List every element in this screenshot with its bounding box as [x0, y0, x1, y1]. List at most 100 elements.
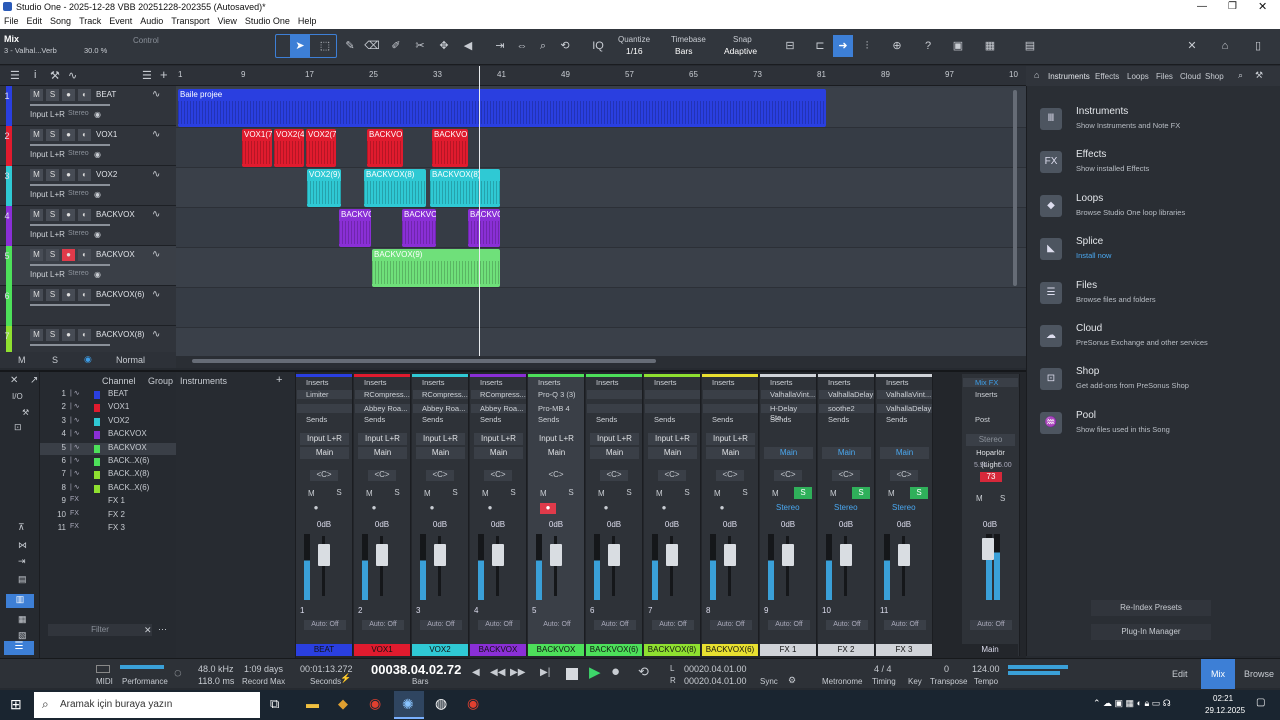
midi-icon[interactable]	[96, 665, 110, 673]
strip-sends-label[interactable]: Sends	[703, 415, 758, 424]
automation-icon[interactable]: ∿	[68, 69, 77, 82]
app-icon-2[interactable]: ◆	[338, 696, 348, 712]
track-solo-button[interactable]: S	[46, 89, 59, 101]
strip-pan[interactable]: <C>	[426, 470, 454, 481]
scroll-thumb[interactable]	[192, 359, 656, 363]
strip-sends-label[interactable]: Sends	[645, 415, 700, 424]
channel-list-row[interactable]: 5 | ∿ BACKVOX	[40, 442, 176, 455]
strip-input[interactable]: Input L+R	[706, 433, 755, 445]
strip-solo[interactable]: S	[388, 487, 406, 499]
track-volume-slider[interactable]	[30, 304, 110, 306]
clip-vox1[interactable]: VOX1(7)	[242, 129, 272, 167]
track-record-button[interactable]: ●	[62, 169, 75, 181]
strip-mute[interactable]: M	[714, 489, 721, 498]
loop-left[interactable]: 00020.04.01.00	[684, 664, 747, 674]
strip-automation[interactable]: Auto: Off	[826, 620, 868, 630]
strip-automation[interactable]: Auto: Off	[884, 620, 926, 630]
channel-list-row[interactable]: 10 FX FX 2	[40, 510, 176, 522]
strip-automation[interactable]: Auto: Off	[768, 620, 810, 630]
strip-automation[interactable]: Auto: Off	[304, 620, 346, 630]
clock-time[interactable]: 02:21	[1213, 694, 1233, 703]
strip-insert-2[interactable]: ValhallaDelay	[877, 404, 932, 413]
strip-pan[interactable]: <C>	[484, 470, 512, 481]
browser-item-shop[interactable]: ⊡ Shop Get add-ons from PreSonus Shop	[1040, 366, 1270, 402]
filter-clear-icon[interactable]: ✕	[144, 625, 152, 636]
track-volume-slider[interactable]	[30, 144, 110, 146]
snap-grid-icon[interactable]: ⊟	[780, 35, 800, 57]
browse-button[interactable]: Browse	[1244, 669, 1274, 679]
browser-item-loops[interactable]: ◆ Loops Browse Studio One loop libraries	[1040, 193, 1270, 229]
strip-input[interactable]: Input L+R	[532, 433, 581, 445]
strip-inserts-label[interactable]: Inserts	[413, 378, 468, 387]
strip-mute[interactable]: M	[888, 489, 895, 498]
file-explorer-icon[interactable]: ▬	[306, 696, 319, 711]
performance-icon[interactable]: ◌	[174, 665, 182, 680]
strip-mute[interactable]: M	[772, 489, 779, 498]
main-inserts-label[interactable]: Inserts	[963, 390, 1018, 399]
strip-solo[interactable]: S	[852, 487, 870, 499]
metronome-settings-icon[interactable]: ⚙	[788, 675, 796, 686]
strip-fader[interactable]	[608, 544, 620, 566]
strip-solo[interactable]: S	[678, 487, 696, 499]
strip-insert-1[interactable]	[587, 390, 642, 399]
arrow-tool-icon[interactable]: ➤	[290, 35, 310, 57]
menu-event[interactable]: Event	[105, 15, 136, 27]
loop-button[interactable]: ⟲	[638, 664, 649, 680]
toggle-icon[interactable]: ◉	[94, 150, 101, 159]
waveform-icon[interactable]: ∿	[152, 249, 160, 260]
strip-mute[interactable]: M	[830, 489, 837, 498]
scenes-icon[interactable]: ▧	[18, 630, 27, 641]
browser-item-cloud[interactable]: ☁ Cloud PreSonus Exchange and other servic…	[1040, 323, 1270, 359]
vertical-scroll-thumb[interactable]	[1013, 90, 1017, 286]
snap-left-icon[interactable]: ⇥	[490, 35, 510, 57]
strip-input[interactable]: Input L+R	[358, 433, 407, 445]
strip-insert-2[interactable]	[703, 404, 758, 413]
strip-sends-label[interactable]: Sends	[297, 415, 352, 424]
strip-inserts-label[interactable]: Inserts	[529, 378, 584, 387]
strip-fader[interactable]	[318, 544, 330, 566]
strip-automation[interactable]: Auto: Off	[478, 620, 520, 630]
waveform-icon[interactable]: ∿	[152, 89, 160, 100]
strip-sends-label[interactable]: Sends	[355, 415, 410, 424]
track-mute-button[interactable]: M	[30, 249, 43, 261]
expand-icon[interactable]: ⋈	[18, 540, 27, 551]
input-icon[interactable]: ⇥	[18, 556, 26, 567]
windows-start-icon[interactable]: ⊞	[10, 696, 22, 713]
strip-input[interactable]	[880, 433, 929, 445]
monitor-icon[interactable]: ◉	[84, 354, 92, 365]
channel-list-row[interactable]: 6 | ∿ BACK..X(6)	[40, 456, 176, 468]
track-monitor-button[interactable]: ◐	[78, 249, 91, 261]
track-monitor-button[interactable]: ◐	[78, 89, 91, 101]
forward-icon[interactable]: ▶▶	[510, 667, 525, 678]
track-solo-button[interactable]: S	[46, 289, 59, 301]
clip-vox1[interactable]: BACKVO	[367, 129, 403, 167]
strip-insert-2[interactable]: Abbey Roa...	[471, 404, 526, 413]
track-volume-slider[interactable]	[30, 104, 110, 106]
strip-output[interactable]: Main	[300, 447, 349, 459]
strip-insert-1[interactable]: Pro-Q 3 (3)	[529, 390, 584, 399]
clip-backvox[interactable]: BACKVO	[468, 209, 500, 247]
track-record-button[interactable]: ●	[62, 129, 75, 141]
toggle-icon[interactable]: ◉	[94, 270, 101, 279]
browser-home-icon[interactable]: ⌂	[1034, 70, 1039, 80]
strip-insert-2[interactable]: soothe2	[819, 404, 874, 413]
instruments-add-icon[interactable]: +	[276, 374, 282, 386]
tray-icons[interactable]: ⌃ ☁ ▣ ▦ ◐ 🔒︎ ▭ ☊	[1093, 698, 1171, 709]
to-end-icon[interactable]: ▶|	[540, 667, 550, 678]
strip-pan[interactable]: <C>	[368, 470, 396, 481]
banks-icon[interactable]: ▦	[18, 614, 27, 625]
strip-sends-label[interactable]: Sends	[819, 415, 874, 424]
strip-fader[interactable]	[898, 544, 910, 566]
tab-effects[interactable]: Effects	[1095, 72, 1119, 81]
bend-tool-icon[interactable]: ✥	[434, 35, 454, 57]
autoscroll-icon[interactable]: ⊏	[810, 35, 830, 57]
track-mute-button[interactable]: M	[30, 129, 43, 141]
track-row[interactable]: 4 M S ● ◐ BACKVOX ∿ Input L+R Stereo ◉	[0, 206, 176, 246]
track-input[interactable]: Input L+R	[30, 270, 65, 279]
main-output[interactable]: Hoparlör (Light	[966, 447, 1015, 469]
strip-output[interactable]: Main	[648, 447, 697, 459]
strip-insert-1[interactable]: ValhallaVint...	[877, 390, 932, 399]
channel-list-row[interactable]: 8 | ∿ BACK..X(6)	[40, 483, 176, 495]
strip-output[interactable]: Main	[474, 447, 523, 459]
bars-display[interactable]: 00038.04.02.72	[371, 662, 461, 677]
